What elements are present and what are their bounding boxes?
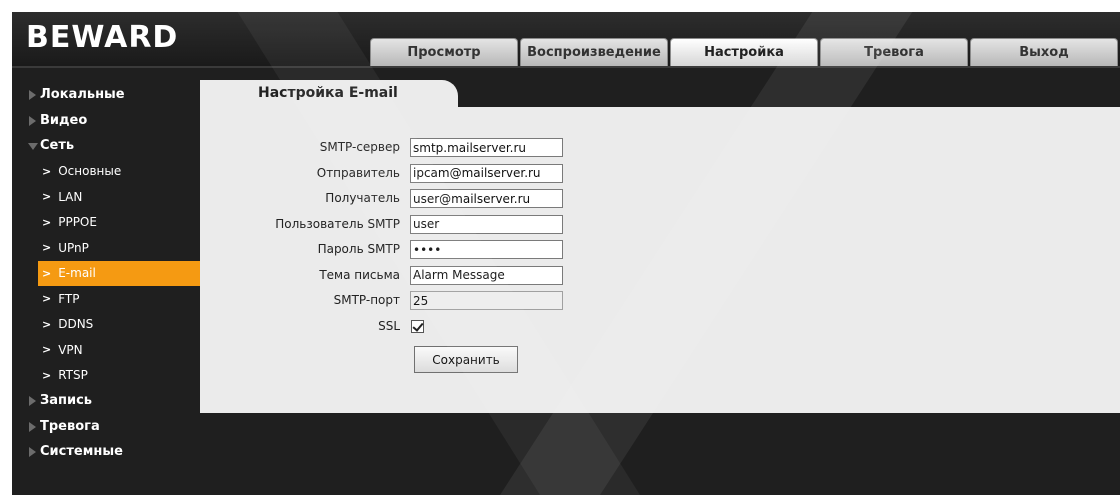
tab-view[interactable]: Просмотр bbox=[370, 38, 518, 66]
sidebar-item-label: VPN bbox=[58, 342, 83, 357]
ssl-row: SSL bbox=[200, 317, 1120, 337]
tab-playback[interactable]: Воспроизведение bbox=[520, 38, 668, 66]
sidebar-section-label: Локальные bbox=[40, 87, 125, 103]
tab-logout[interactable]: Выход bbox=[970, 38, 1118, 66]
chevron-right-icon: > bbox=[42, 241, 52, 255]
recipient-label: Получатель bbox=[325, 191, 400, 205]
tab-alarm[interactable]: Тревога bbox=[820, 38, 968, 66]
smtp-password-label: Пароль SMTP bbox=[317, 242, 400, 256]
sidebar-item-lan[interactable]: > LAN bbox=[12, 184, 200, 210]
subject-row: Тема письма bbox=[200, 265, 1120, 286]
sidebar-item-label: PPPOE bbox=[58, 215, 97, 230]
sidebar-item-vpn[interactable]: > VPN bbox=[12, 337, 200, 363]
sidebar-section-system[interactable]: Системные bbox=[12, 439, 200, 465]
smtp-port-label: SMTP-порт bbox=[333, 293, 400, 307]
sender-label: Отправитель bbox=[316, 165, 400, 180]
sidebar: Локальные Видео Сеть > Основные > LAN > … bbox=[12, 82, 200, 465]
sidebar-item-label: Основные bbox=[58, 164, 122, 179]
sidebar-section-record[interactable]: Запись bbox=[12, 388, 200, 414]
smtp-server-input[interactable] bbox=[410, 138, 563, 157]
smtp-server-label: SMTP-сервер bbox=[319, 140, 400, 154]
sidebar-item-email[interactable]: > E-mail bbox=[38, 260, 200, 286]
sidebar-section-label: Тревога bbox=[40, 418, 100, 434]
sidebar-item-rtsp[interactable]: > RTSP bbox=[12, 363, 200, 389]
chevron-right-icon: > bbox=[42, 317, 52, 331]
sidebar-item-label: RTSP bbox=[58, 368, 88, 383]
sidebar-item-basic[interactable]: > Основные bbox=[12, 159, 200, 185]
expand-triangle-icon bbox=[29, 115, 36, 126]
recipient-row: Получатель bbox=[200, 189, 1120, 209]
smtp-user-input[interactable] bbox=[410, 214, 563, 234]
sidebar-section-label: Видео bbox=[40, 112, 88, 128]
smtp-server-row: SMTP-сервер bbox=[200, 138, 1120, 158]
sidebar-item-label: UPnP bbox=[58, 240, 89, 255]
sidebar-section-local[interactable]: Локальные bbox=[12, 82, 200, 108]
ssl-checkbox[interactable] bbox=[411, 319, 424, 333]
sender-row: Отправитель bbox=[200, 163, 1120, 184]
sidebar-item-upnp[interactable]: > UPnP bbox=[12, 235, 200, 261]
expand-triangle-icon bbox=[29, 447, 36, 457]
tabs-divider bbox=[12, 66, 1120, 68]
app-window: BEWARD Просмотр Воспроизведение Настройк… bbox=[12, 12, 1120, 495]
sender-input[interactable] bbox=[410, 163, 563, 183]
tab-settings[interactable]: Настройка bbox=[670, 38, 818, 66]
save-button[interactable]: Сохранить bbox=[414, 346, 518, 373]
chevron-right-icon: > bbox=[42, 292, 52, 306]
sidebar-item-ftp[interactable]: > FTP bbox=[12, 286, 200, 312]
sidebar-item-label: FTP bbox=[58, 291, 80, 306]
expand-triangle-icon bbox=[29, 90, 36, 100]
collapse-triangle-icon bbox=[28, 143, 38, 150]
panel-tabbar: Настройка E-mail bbox=[200, 80, 1120, 107]
sidebar-item-label: DDNS bbox=[58, 317, 94, 332]
sidebar-section-label: Системные bbox=[40, 444, 123, 460]
expand-triangle-icon bbox=[29, 421, 36, 432]
sidebar-item-ddns[interactable]: > DDNS bbox=[12, 312, 200, 338]
sidebar-item-label: E-mail bbox=[58, 266, 96, 281]
sidebar-item-label: LAN bbox=[58, 189, 83, 204]
smtp-user-label: Пользователь SMTP bbox=[275, 216, 400, 231]
smtp-port-input[interactable] bbox=[410, 291, 563, 310]
ssl-label: SSL bbox=[378, 318, 400, 333]
settings-panel: Настройка E-mail SMTP-сервер Отправитель… bbox=[200, 80, 1120, 413]
smtp-password-row: Пароль SMTP bbox=[200, 240, 1120, 260]
smtp-password-input[interactable] bbox=[410, 240, 563, 259]
chevron-right-icon: > bbox=[42, 215, 52, 229]
chevron-right-icon: > bbox=[42, 266, 52, 280]
main-tabs: Просмотр Воспроизведение Настройка Трево… bbox=[370, 38, 1120, 66]
chevron-right-icon: > bbox=[42, 343, 52, 357]
sidebar-section-video[interactable]: Видео bbox=[12, 108, 200, 134]
subject-label: Тема письма bbox=[319, 267, 400, 282]
chevron-right-icon: > bbox=[42, 190, 52, 204]
chevron-right-icon: > bbox=[42, 368, 52, 382]
sidebar-section-label: Сеть bbox=[40, 138, 75, 154]
recipient-input[interactable] bbox=[410, 189, 563, 208]
sidebar-item-pppoe[interactable]: > PPPOE bbox=[12, 210, 200, 236]
expand-triangle-icon bbox=[29, 396, 36, 406]
subject-input[interactable] bbox=[410, 265, 563, 285]
panel-title-tab: Настройка E-mail bbox=[200, 80, 458, 107]
sidebar-section-network[interactable]: Сеть bbox=[12, 133, 200, 159]
smtp-port-row: SMTP-порт bbox=[200, 291, 1120, 311]
smtp-user-row: Пользователь SMTP bbox=[200, 214, 1120, 235]
top-bar: BEWARD Просмотр Воспроизведение Настройк… bbox=[12, 12, 1120, 66]
sidebar-section-label: Запись bbox=[40, 393, 93, 409]
chevron-right-icon: > bbox=[42, 164, 52, 178]
beward-logo: BEWARD bbox=[26, 20, 179, 55]
sidebar-section-alarm[interactable]: Тревога bbox=[12, 414, 200, 440]
